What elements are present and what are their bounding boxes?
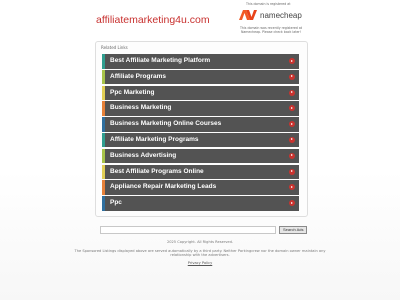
disclaimer-text: The Sponsored Listings displayed above a… [74,249,326,258]
related-link-item[interactable]: Ppc [102,196,299,211]
registration-message: This domain was recently registered at N… [239,26,303,34]
related-link-item[interactable]: Appliance Repair Marketing Leads [102,180,299,195]
related-link-label: Affiliate Marketing Programs [110,135,199,143]
related-link-label: Ppc Marketing [110,88,155,96]
related-link-label: Business Marketing Online Courses [110,120,222,128]
link-accent-bar [102,180,105,195]
copyright-text: 2025 Copyright. All Rights Reserved. [166,240,234,244]
arrow-right-circle-icon [289,121,295,128]
link-accent-bar [102,101,105,116]
related-links-panel: Related Links Best Affiliate Marketing P… [95,41,308,217]
related-link-label: Affiliate Programs [110,72,166,80]
related-links-list: Best Affiliate Marketing Platform Affilia… [102,54,299,212]
search-ads-button[interactable]: Search Ads [279,226,308,234]
related-link-item[interactable]: Best Affiliate Programs Online [102,164,299,180]
related-links-label: Related Links [101,45,128,50]
namecheap-logo-icon [239,10,257,20]
registrar-note: This domain is registered at [246,2,291,6]
link-accent-bar [102,54,105,69]
link-accent-bar [102,85,105,101]
related-link-label: Best Affiliate Marketing Platform [110,57,211,64]
link-accent-bar [102,117,105,132]
related-link-item[interactable]: Business Marketing [102,101,299,116]
link-accent-bar [102,164,105,180]
related-link-item[interactable]: Business Advertising [102,148,299,164]
search-input[interactable] [100,226,276,234]
related-link-label: Ppc [110,199,122,207]
privacy-policy-link[interactable]: Privacy Policy [0,261,400,265]
arrow-right-circle-icon [289,105,295,112]
arrow-right-circle-icon [289,200,295,207]
link-accent-bar [102,148,105,164]
search-bar: Search Ads [100,226,308,234]
arrow-right-circle-icon [289,168,295,175]
domain-title[interactable]: affiliatemarketing4u.com [96,14,210,26]
related-link-item[interactable]: Best Affiliate Marketing Platform [102,54,299,69]
link-accent-bar [102,196,105,211]
related-link-item[interactable]: Affiliate Marketing Programs [102,132,299,148]
related-link-item[interactable]: Ppc Marketing [102,85,299,101]
arrow-right-circle-icon [289,152,295,159]
link-accent-bar [102,69,105,85]
arrow-right-circle-icon [289,184,295,191]
related-link-label: Appliance Repair Marketing Leads [110,183,217,191]
related-link-label: Business Marketing [110,104,172,112]
related-link-label: Business Advertising [110,151,177,159]
arrow-right-circle-icon [289,136,295,143]
namecheap-wordmark: namecheap [260,10,302,20]
arrow-right-circle-icon [289,89,295,96]
arrow-right-circle-icon [289,58,295,64]
link-accent-bar [102,132,105,148]
namecheap-logo[interactable]: namecheap [238,8,302,22]
related-link-label: Best Affiliate Programs Online [110,167,204,175]
arrow-right-circle-icon [289,73,295,80]
related-link-item[interactable]: Affiliate Programs [102,69,299,85]
related-link-item[interactable]: Business Marketing Online Courses [102,117,299,132]
